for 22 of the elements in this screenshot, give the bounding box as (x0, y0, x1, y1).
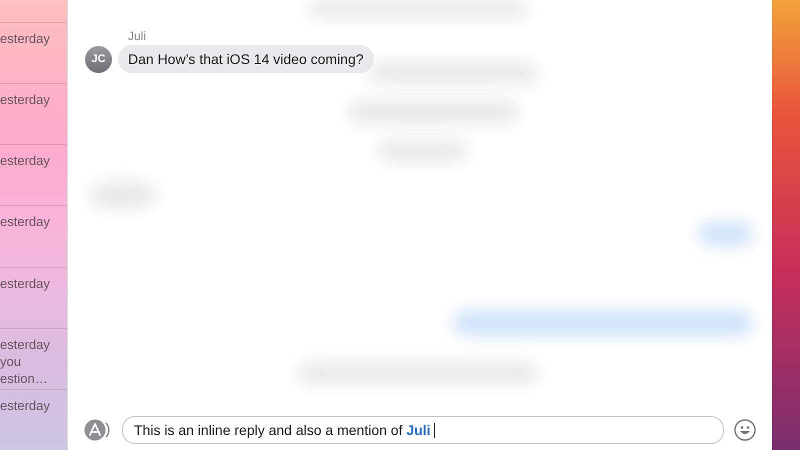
emoji-icon[interactable] (734, 419, 756, 441)
conversation-item[interactable]: esterday (0, 144, 67, 206)
conversation-text: esterday (0, 276, 51, 291)
sender-name: Juli (128, 29, 148, 43)
conversation-item[interactable]: esterday (0, 83, 67, 144)
conversation-item[interactable]: esterday (0, 388, 67, 450)
conversation-text: you (0, 354, 22, 369)
conversation-text: esterday (0, 31, 51, 46)
conversation-text: esterday (0, 92, 51, 108)
app-store-icon[interactable] (84, 419, 112, 441)
message-bubble: Dan How’s that iOS 14 video coming? (118, 45, 374, 73)
conversation-text: esterday (0, 336, 51, 352)
avatar: JC (85, 46, 112, 72)
conversation-item[interactable]: esterday (0, 266, 67, 328)
conversation-item[interactable]: esterday (0, 22, 67, 84)
conversation-item[interactable]: esterday you estion… (0, 328, 67, 389)
conversation-text: esterday (0, 214, 51, 230)
message-input-field[interactable]: This is an inline reply and also a mention of Juli (122, 416, 724, 444)
conversation-text: estion… (0, 370, 49, 386)
conversation-item[interactable]: esterday (0, 205, 67, 267)
conversation-text: esterday (0, 398, 51, 413)
conversation-text: esterday (0, 153, 51, 168)
